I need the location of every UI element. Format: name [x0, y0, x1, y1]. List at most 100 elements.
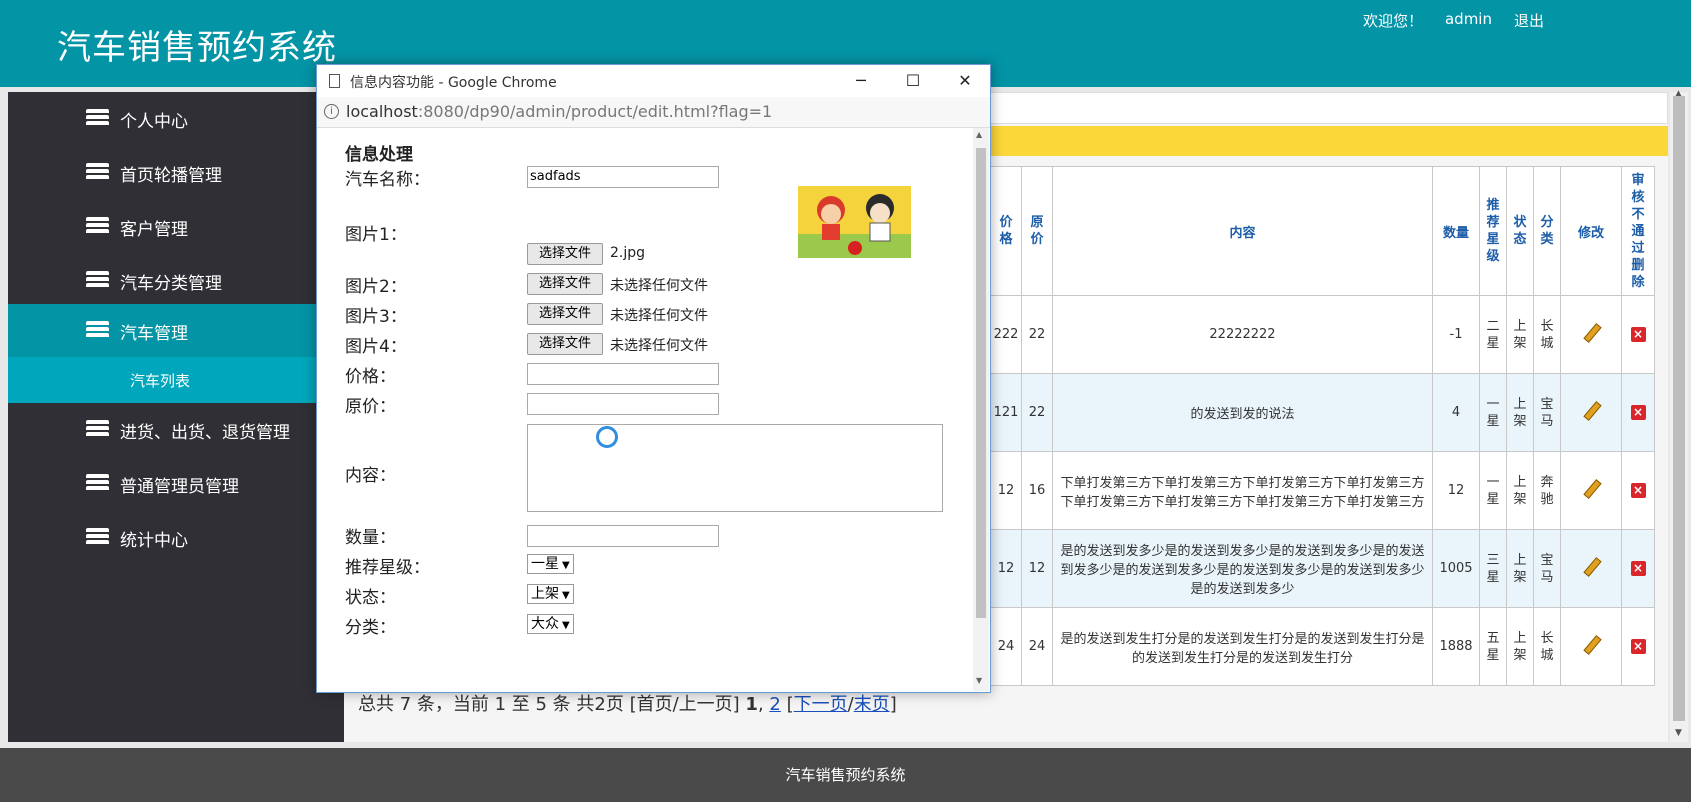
sidebar-item-car-categories[interactable]: 汽车分类管理: [8, 254, 344, 308]
img4-choose-file-button[interactable]: 选择文件: [527, 333, 603, 355]
sidebar-item-personal-center[interactable]: 个人中心: [8, 92, 344, 146]
sidebar-item-car-management[interactable]: 汽车管理: [8, 304, 344, 358]
pencil-icon[interactable]: [1582, 636, 1600, 654]
sidebar-item-stock[interactable]: 进货、出货、退货管理: [8, 403, 344, 457]
sidebar-item-stats[interactable]: 统计中心: [8, 511, 344, 565]
pencil-icon[interactable]: [1582, 558, 1600, 576]
sidebar-item-label: 汽车分类管理: [120, 273, 222, 294]
delete-icon[interactable]: ×: [1630, 639, 1646, 654]
col-content[interactable]: 内容: [1052, 166, 1433, 296]
last-page-link[interactable]: 末页: [854, 694, 890, 715]
content-textarea[interactable]: [527, 424, 943, 512]
sidebar-item-customers[interactable]: 客户管理: [8, 200, 344, 254]
info-icon[interactable]: i: [324, 104, 339, 119]
pencil-icon[interactable]: [1582, 324, 1600, 342]
pencil-icon[interactable]: [1582, 402, 1600, 420]
cell-category: 宝马: [1533, 373, 1561, 452]
logout-link[interactable]: 退出: [1514, 10, 1544, 31]
popup-titlebar[interactable]: 信息内容功能 - Google Chrome ─ ☐ ✕: [317, 65, 990, 97]
sidebar-item-admins[interactable]: 普通管理员管理: [8, 457, 344, 511]
img2-choose-file-button[interactable]: 选择文件: [527, 273, 603, 295]
qty-input[interactable]: [527, 525, 719, 547]
delete-icon[interactable]: ×: [1630, 561, 1646, 576]
col-qty[interactable]: 数量: [1432, 166, 1480, 296]
cell-category: 长城: [1533, 295, 1561, 374]
cell-status: 上架: [1506, 373, 1534, 452]
status-label: 状态：: [345, 588, 396, 608]
delete-icon[interactable]: ×: [1630, 483, 1646, 498]
pagination-separator: ,: [757, 694, 770, 715]
popup-url-bar[interactable]: i localhost:8080/dp90/admin/product/edit…: [317, 97, 990, 128]
img3-file-name: 未选择任何文件: [610, 308, 708, 324]
edit-cell: [1560, 529, 1622, 608]
cell-qty: 1005: [1432, 529, 1480, 608]
cell-price: 121: [990, 373, 1022, 452]
section-title: 信息处理: [345, 145, 413, 165]
stack-icon: [86, 109, 109, 129]
cell-content: 是的发送到发生打分是的发送到发生打分是的发送到发生打分是的发送到发生打分是的发送…: [1052, 607, 1433, 686]
col-category[interactable]: 分类: [1533, 166, 1561, 296]
car-name-input[interactable]: sadfads: [527, 166, 719, 188]
cell-content: 下单打发第三方下单打发第三方下单打发第三方下单打发第三方下单打发第三方下单打发第…: [1052, 451, 1433, 530]
sidebar-item-carousel[interactable]: 首页轮播管理: [8, 146, 344, 200]
pagination-bracket: ]: [889, 694, 897, 715]
popup-window-title: 信息内容功能 - Google Chrome: [350, 75, 557, 91]
cell-price: 24: [990, 607, 1022, 686]
cell-price: 12: [990, 529, 1022, 608]
delete-icon[interactable]: ×: [1630, 405, 1646, 420]
page-scrollbar[interactable]: ▲ ▼: [1670, 89, 1688, 742]
delete-icon[interactable]: ×: [1630, 327, 1646, 342]
cell-star: 一星: [1479, 451, 1507, 530]
minimize-button[interactable]: ─: [841, 69, 881, 93]
pagination: 总共 7 条，当前 1 至 5 条 共2页 [首页/上一页] 1, 2 [下一页…: [358, 690, 897, 716]
img3-choose-file-button[interactable]: 选择文件: [527, 303, 603, 325]
stack-icon: [86, 271, 109, 291]
edit-cell: [1560, 373, 1622, 452]
app-title: 汽车销售预约系统: [57, 28, 337, 68]
status-select[interactable]: 上架 ▼: [527, 584, 574, 604]
content-label: 内容：: [345, 466, 396, 486]
popup-scrollbar[interactable]: ▲ ▼: [973, 128, 989, 691]
scrollbar-thumb[interactable]: [1673, 96, 1685, 721]
col-star[interactable]: 推荐星级: [1479, 166, 1507, 296]
img2-file-name: 未选择任何文件: [610, 278, 708, 294]
stack-icon: [86, 420, 109, 440]
img4-label: 图片4：: [345, 337, 407, 357]
sidebar-item-label: 普通管理员管理: [120, 476, 239, 497]
user-link[interactable]: admin: [1445, 10, 1492, 31]
scroll-down-icon[interactable]: ▼: [1675, 728, 1682, 738]
next-page-link[interactable]: 下一页: [794, 694, 848, 715]
col-orig-price[interactable]: 原价: [1021, 166, 1053, 296]
col-price[interactable]: 价格: [990, 166, 1022, 296]
col-status[interactable]: 状态: [1506, 166, 1534, 296]
orig-price-input[interactable]: [527, 393, 719, 415]
welcome-text: 欢迎您！: [1362, 12, 1423, 30]
page-2-link[interactable]: 2: [769, 694, 780, 715]
top-links: 欢迎您！ admin 退出: [1363, 10, 1544, 31]
img1-choose-file-button[interactable]: 选择文件: [527, 243, 603, 265]
pencil-icon[interactable]: [1582, 480, 1600, 498]
category-label: 分类：: [345, 618, 396, 638]
cell-content: 的发送到发的说法: [1052, 373, 1433, 452]
star-select[interactable]: 一星 ▼: [527, 554, 574, 574]
stack-icon: [86, 163, 109, 183]
maximize-button[interactable]: ☐: [893, 69, 933, 93]
scroll-down-icon[interactable]: ▼: [976, 676, 982, 685]
sidebar: 个人中心 首页轮播管理 客户管理 汽车分类管理 汽车管理 汽车列表 进货、出货、…: [8, 92, 344, 742]
delete-cell: ×: [1621, 295, 1655, 374]
img1-label: 图片1：: [345, 225, 407, 245]
category-select[interactable]: 大众 ▼: [527, 614, 574, 634]
qty-label: 数量：: [345, 528, 396, 548]
footer: 汽车销售预约系统: [0, 748, 1691, 802]
scroll-up-icon[interactable]: ▲: [976, 130, 982, 139]
close-button[interactable]: ✕: [945, 69, 985, 93]
popup-url[interactable]: localhost:8080/dp90/admin/product/edit.h…: [346, 102, 772, 121]
cell-orig: 22: [1021, 295, 1053, 374]
cell-star: 五星: [1479, 607, 1507, 686]
price-input[interactable]: [527, 363, 719, 385]
col-edit: 修改: [1560, 166, 1622, 296]
sidebar-subitem-car-list[interactable]: 汽车列表: [8, 357, 344, 403]
popup-scrollbar-thumb[interactable]: [976, 148, 986, 618]
cell-status: 上架: [1506, 607, 1534, 686]
sidebar-item-label: 个人中心: [120, 111, 188, 132]
